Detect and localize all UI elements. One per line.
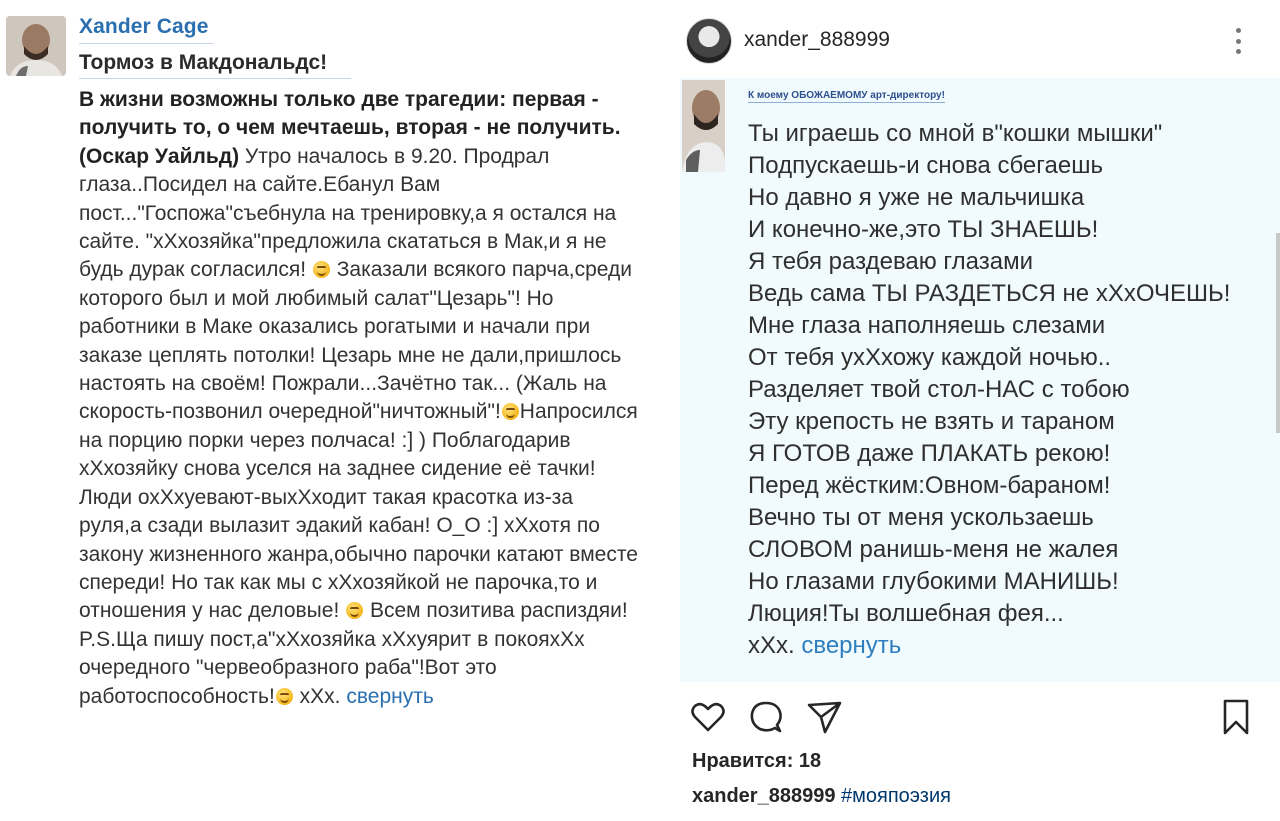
smile-emoji-icon xyxy=(312,261,330,279)
image-header: К моему ОБОЖАЕМОМУ арт-директору! xyxy=(748,90,945,103)
avatar-photo-icon xyxy=(682,80,725,172)
caption: xander_888999 #мояпоэзия xyxy=(692,785,951,808)
poem-line: Мне глаза наполняешь слезами xyxy=(748,312,1106,339)
smile-emoji-icon xyxy=(346,602,364,620)
poem-line: Эту крепость не взять и тараном xyxy=(748,408,1115,435)
heart-icon[interactable] xyxy=(688,697,728,737)
collapse-link[interactable]: свернуть xyxy=(346,685,433,708)
instagram-post: xander_888999 К моему ОБОЖАЕМОМУ арт-дир… xyxy=(670,0,1280,821)
poem-line: Перед жёстким:Овном-бараном! xyxy=(748,472,1111,499)
poem-line: Но глазами глубокими МАНИШЬ! xyxy=(748,568,1119,595)
bookmark-icon[interactable] xyxy=(1216,697,1256,737)
poem-line: И конечно-же,это ТЫ ЗНАЕШЬ! xyxy=(748,216,1099,243)
post-text-part-2: Заказали всякого парча,среди которого бы… xyxy=(79,258,633,424)
poem-signature: хХх. xyxy=(748,632,802,659)
smile-emoji-icon xyxy=(275,687,293,705)
post-body: В жизни возможны только две трагедии: пе… xyxy=(79,86,641,711)
post-title: Тормоз в Макдональдс! xyxy=(79,51,328,74)
caption-hashtag[interactable]: #мояпоэзия xyxy=(841,785,951,807)
poem-text: Ты играешь со мной в"кошки мышки" Подпуск… xyxy=(748,118,1278,662)
poem-line: Я ГОТОВ даже ПЛАКАТЬ рекою! xyxy=(748,440,1111,467)
avatar-photo-icon xyxy=(6,16,66,76)
scroll-strip xyxy=(1276,233,1280,433)
poem-line: Подпускаешь-и снова сбегаешь xyxy=(748,152,1103,179)
comment-icon[interactable] xyxy=(746,697,786,737)
poem-line: Люция!Ты волшебная фея... xyxy=(748,600,1064,627)
vk-post: Xander Cage Тормоз в Макдональдс! В жизн… xyxy=(0,0,660,821)
author-avatar[interactable] xyxy=(6,16,66,76)
post-title-underline xyxy=(79,78,351,79)
poem-line: Ведь сама ТЫ РАЗДЕТЬСЯ не хХхОЧЕШЬ! xyxy=(748,280,1231,307)
poem-line: Ты играешь со мной в"кошки мышки" xyxy=(748,120,1163,147)
post-actions-bar xyxy=(688,697,1249,737)
ig-avatar[interactable] xyxy=(686,18,732,64)
poem-collapse-link[interactable]: свернуть xyxy=(801,632,901,659)
post-text-part-5: хХх. xyxy=(293,684,347,708)
poem-line: От тебя ухХхожу каждой ночью.. xyxy=(748,344,1112,371)
poem-line: СЛОВОМ ранишь-меня не жалея xyxy=(748,536,1119,563)
more-options-icon[interactable] xyxy=(1226,26,1250,56)
image-author-avatar xyxy=(682,80,725,172)
caption-username[interactable]: xander_888999 xyxy=(692,785,835,807)
poem-line: Разделяет твой стол-НАС с тобою xyxy=(748,376,1130,403)
likes-count[interactable]: Нравится: 18 xyxy=(692,750,821,773)
author-name-underline xyxy=(79,43,214,44)
poem-line: Но давно я уже не мальчишка xyxy=(748,184,1085,211)
author-name[interactable]: Xander Cage xyxy=(79,15,208,39)
post-text-part-3: Напросился на порцию порки через полчаса… xyxy=(79,400,638,623)
poem-last-line: хХх. свернуть xyxy=(748,630,1278,662)
post-image[interactable]: К моему ОБОЖАЕМОМУ арт-директору! Ты игр… xyxy=(680,78,1280,682)
poem-line: Вечно ты от меня ускользаешь xyxy=(748,504,1094,531)
poem-line: Я тебя раздеваю глазами xyxy=(748,248,1033,275)
send-icon[interactable] xyxy=(804,697,844,737)
smile-emoji-icon xyxy=(501,403,519,421)
ig-username[interactable]: xander_888999 xyxy=(744,28,890,52)
